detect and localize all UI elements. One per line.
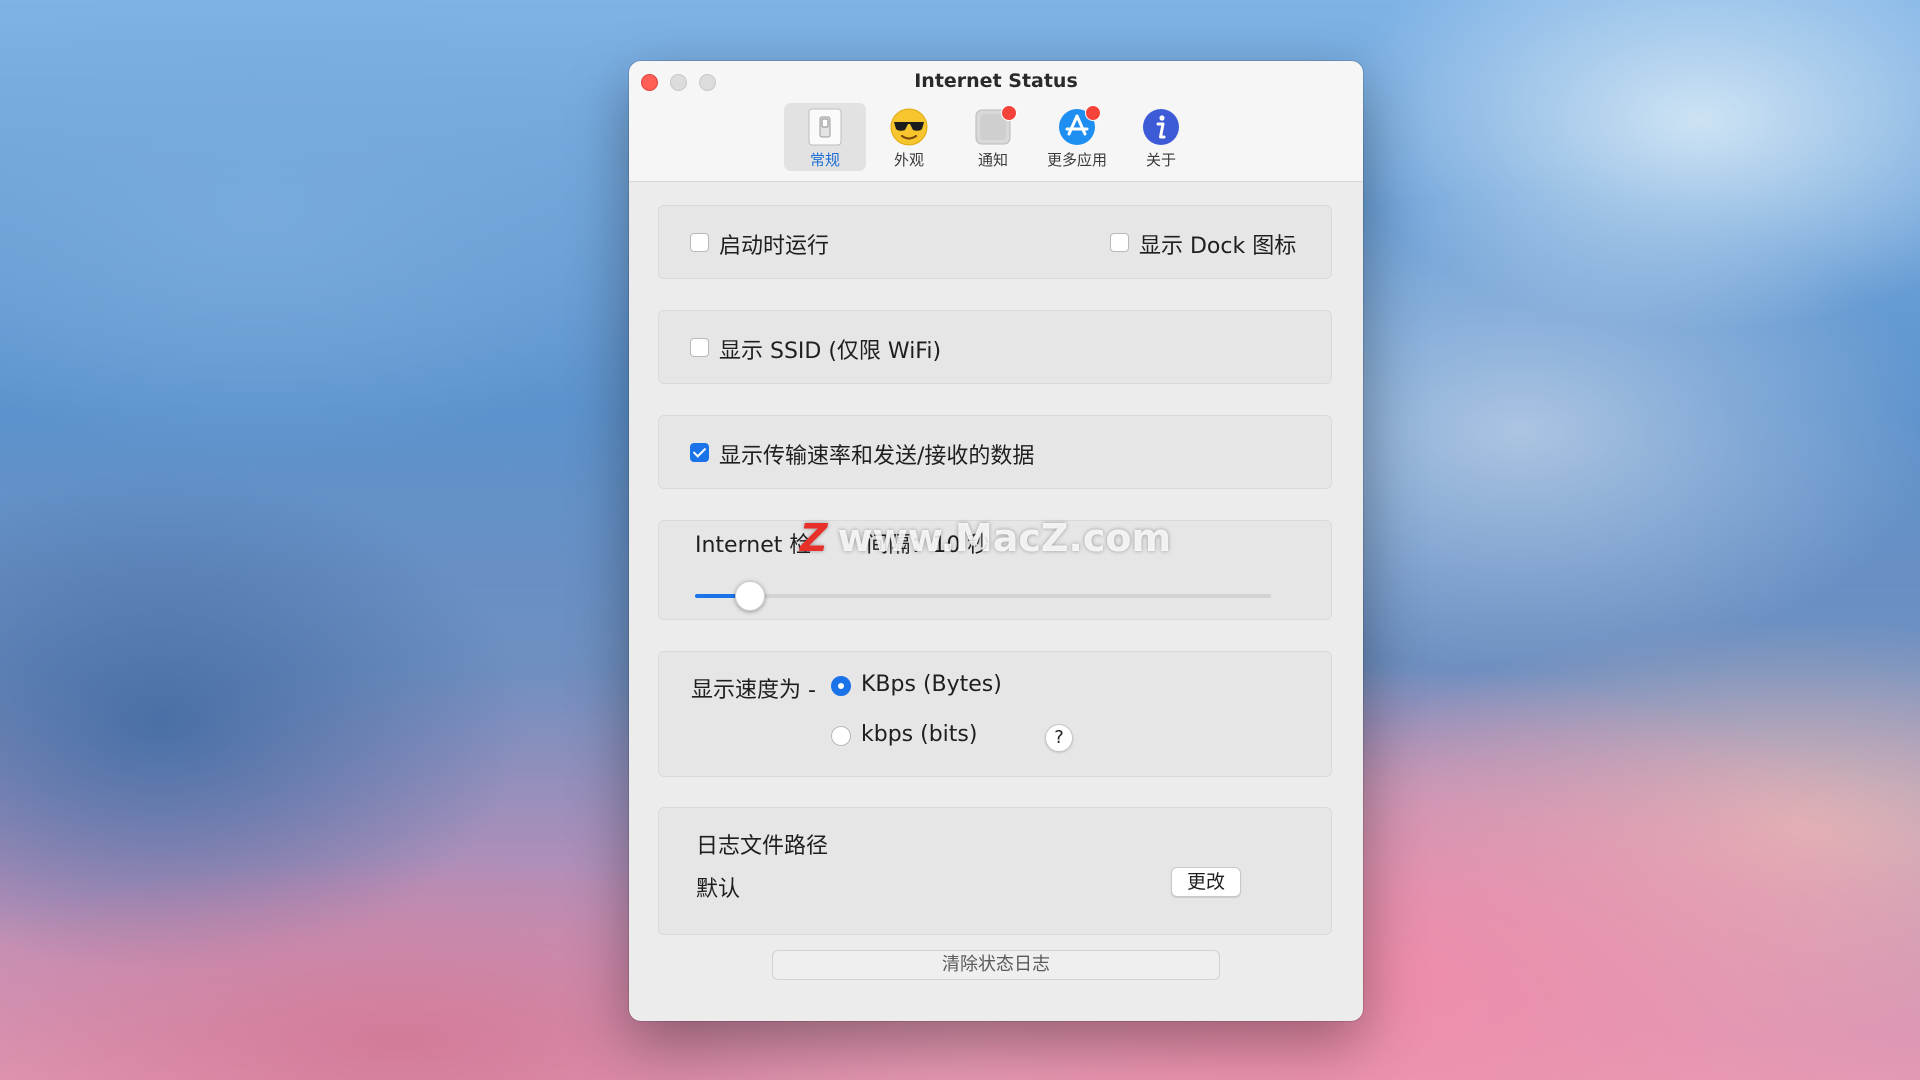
notification-badge (1001, 105, 1017, 121)
watermark-text: www.MacZ.com (837, 516, 1172, 560)
clear-log-button[interactable]: 清除状态日志 (772, 950, 1220, 980)
show-ssid-label: 显示 SSID (仅限 WiFi) (719, 339, 942, 364)
ssid-panel: 显示 SSID (仅限 WiFi) (658, 310, 1332, 384)
tab-general-label: 常规 (809, 151, 840, 169)
kbits-radio[interactable] (831, 726, 851, 746)
launch-at-login-checkbox[interactable] (690, 233, 709, 252)
change-log-path-button[interactable]: 更改 (1171, 867, 1241, 897)
kbits-label: kbps (bits) (861, 722, 978, 747)
kbytes-radio[interactable] (831, 676, 851, 696)
interval-slider-knob[interactable] (735, 581, 765, 611)
show-ssid-checkbox[interactable] (690, 338, 709, 357)
tab-more-apps-label: 更多应用 (1046, 151, 1107, 169)
window-title: Internet Status (914, 70, 1078, 92)
tab-appearance[interactable]: 外观 (868, 103, 950, 171)
kbytes-label: KBps (Bytes) (861, 672, 1002, 697)
tab-appearance-label: 外观 (893, 151, 924, 169)
toggle-switch-icon (805, 107, 845, 147)
show-transfer-checkbox[interactable] (690, 443, 709, 462)
title-bar: Internet Status 常规 外观 通知 更多应用 关于 (629, 61, 1363, 182)
log-path-panel: 日志文件路径 默认 更改 (658, 807, 1332, 935)
interval-label-prefix: Internet 检 (695, 533, 812, 558)
interval-slider-track[interactable] (695, 594, 1271, 598)
tab-general[interactable]: 常规 (784, 103, 866, 171)
info-icon (1141, 107, 1181, 147)
speed-unit-label: 显示速度为 - (691, 678, 816, 703)
sunglasses-emoji-icon (889, 107, 929, 147)
tab-more-apps[interactable]: 更多应用 (1036, 103, 1118, 171)
tab-about[interactable]: 关于 (1120, 103, 1202, 171)
show-dock-icon-label: 显示 Dock 图标 (1139, 234, 1297, 259)
log-path-title: 日志文件路径 (696, 834, 829, 859)
watermark-logo: Z (800, 516, 828, 560)
log-path-value: 默认 (696, 877, 741, 902)
transfer-panel: 显示传输速率和发送/接收的数据 (658, 415, 1332, 489)
show-dock-icon-checkbox[interactable] (1110, 233, 1129, 252)
launch-at-login-label: 启动时运行 (719, 234, 830, 259)
toolbar-tabs: 常规 外观 通知 更多应用 关于 (784, 103, 1202, 175)
tab-notifications[interactable]: 通知 (952, 103, 1034, 171)
app-store-icon (1057, 105, 1101, 147)
show-transfer-label: 显示传输速率和发送/接收的数据 (719, 444, 1035, 469)
speed-unit-panel: 显示速度为 - KBps (Bytes) kbps (bits) ? (658, 651, 1332, 777)
startup-panel: 启动时运行 显示 Dock 图标 (658, 205, 1332, 279)
tab-notifications-label: 通知 (977, 151, 1008, 169)
watermark: Zwww.MacZ.com (800, 516, 1171, 560)
tab-about-label: 关于 (1145, 151, 1176, 169)
help-button[interactable]: ? (1045, 724, 1073, 752)
more-apps-badge (1085, 105, 1101, 121)
notification-icon (973, 105, 1017, 147)
